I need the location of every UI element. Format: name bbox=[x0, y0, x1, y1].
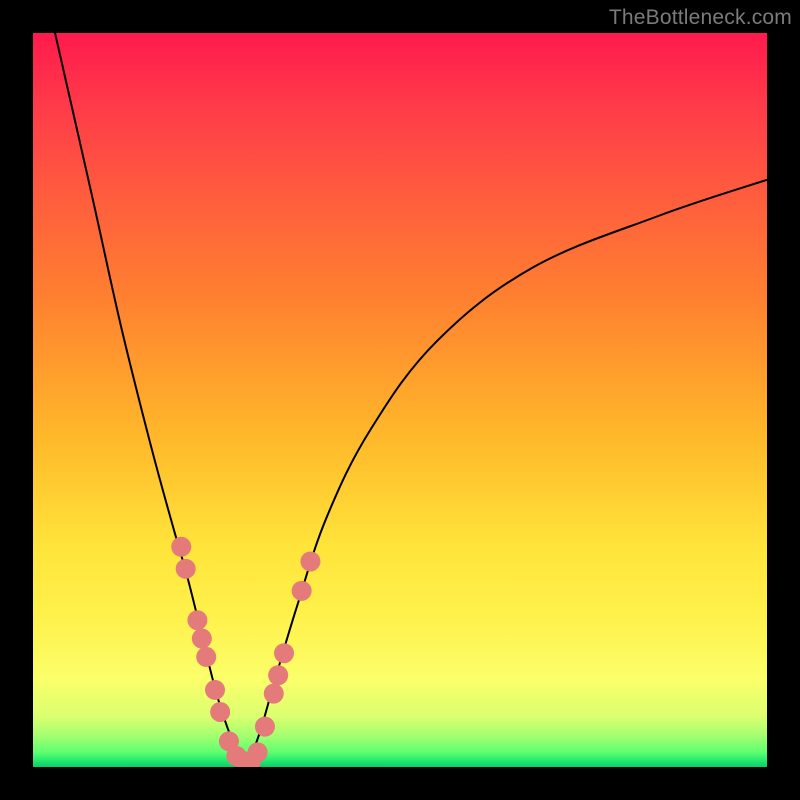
data-point-3 bbox=[192, 629, 212, 649]
data-point-1 bbox=[176, 559, 196, 579]
points-layer bbox=[171, 537, 320, 767]
data-point-16 bbox=[292, 581, 312, 601]
curve-left-curve bbox=[55, 33, 242, 760]
data-point-0 bbox=[171, 537, 191, 557]
data-point-15 bbox=[274, 643, 294, 663]
data-point-12 bbox=[255, 717, 275, 737]
data-point-11 bbox=[248, 742, 268, 762]
data-point-5 bbox=[205, 680, 225, 700]
data-point-13 bbox=[264, 684, 284, 704]
curves-svg bbox=[33, 33, 767, 767]
watermark-text: TheBottleneck.com bbox=[609, 6, 792, 30]
curve-right-curve bbox=[250, 180, 767, 760]
plot-area bbox=[33, 33, 767, 767]
data-point-17 bbox=[300, 551, 320, 571]
series-left-curve bbox=[55, 33, 242, 760]
data-point-4 bbox=[196, 647, 216, 667]
chart-frame: TheBottleneck.com bbox=[0, 0, 800, 800]
data-point-14 bbox=[268, 665, 288, 685]
data-point-2 bbox=[187, 610, 207, 630]
data-point-6 bbox=[210, 702, 230, 722]
series-right-curve bbox=[250, 180, 767, 760]
